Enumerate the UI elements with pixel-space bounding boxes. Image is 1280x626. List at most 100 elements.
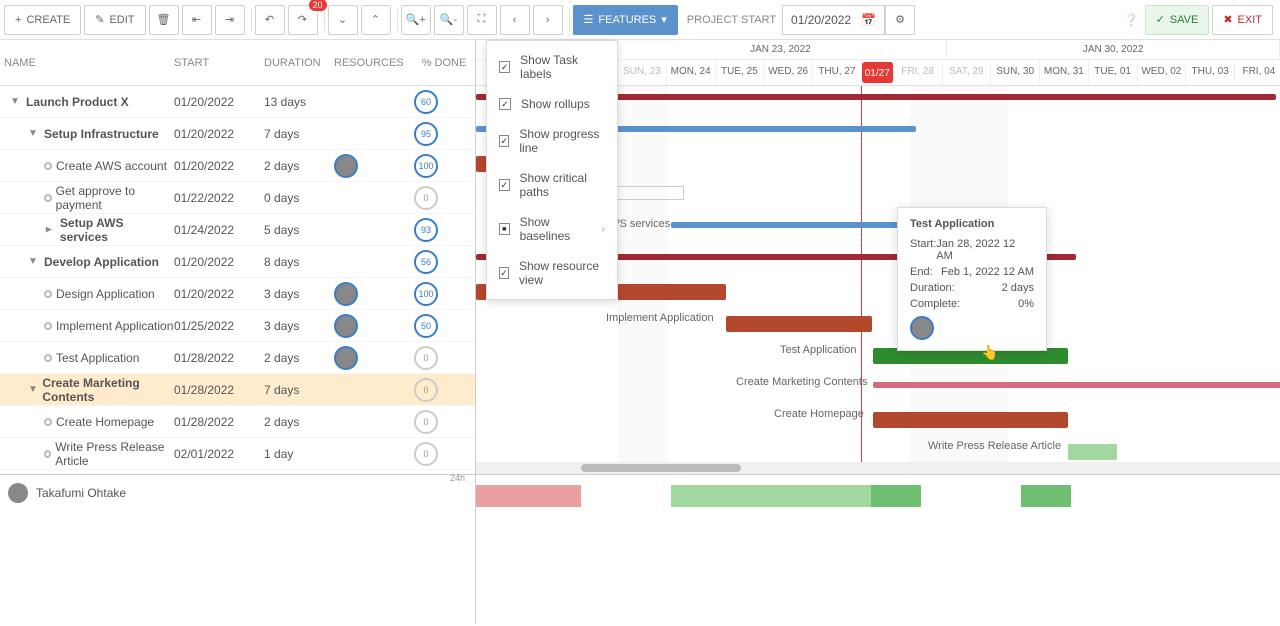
- task-pct: 100: [414, 154, 474, 178]
- task-duration: 13 days: [264, 95, 334, 109]
- task-resources: [334, 346, 414, 370]
- label-24h: 24h: [450, 473, 465, 483]
- task-row[interactable]: Create Homepage01/28/20222 days0: [0, 406, 475, 438]
- settings-button[interactable]: ⚙: [885, 5, 915, 35]
- pct-ring: 0: [414, 410, 438, 434]
- undo-button[interactable]: ↶: [255, 5, 285, 35]
- bar-label: Write Press Release Article: [928, 440, 1061, 452]
- month-cell: JAN 30, 2022: [947, 40, 1280, 59]
- create-button[interactable]: + CREATE: [4, 5, 81, 35]
- zoom-out-button[interactable]: 🔍-: [434, 5, 464, 35]
- task-resources: [334, 282, 414, 306]
- task-duration: 2 days: [264, 351, 334, 365]
- checkbox-icon: [499, 267, 509, 279]
- resource-bar[interactable]: [671, 485, 871, 507]
- delete-button[interactable]: 🗑: [149, 5, 179, 35]
- resource-row[interactable]: Takafumi Ohtake: [8, 483, 467, 503]
- bar-setup-aws-services[interactable]: [671, 222, 915, 228]
- task-row[interactable]: Test Application01/28/20222 days0: [0, 342, 475, 374]
- task-row[interactable]: ▼Setup Infrastructure01/20/20227 days95: [0, 118, 475, 150]
- prev-button[interactable]: ‹: [500, 5, 530, 35]
- horizontal-scrollbar[interactable]: [476, 462, 1280, 474]
- scrollbar-thumb[interactable]: [581, 464, 741, 472]
- weekend-bg: [618, 86, 667, 474]
- menu-show-progress-line[interactable]: Show progress line: [487, 119, 617, 163]
- menu-show-rollups[interactable]: Show rollups: [487, 89, 617, 119]
- task-row[interactable]: ▼Setup AWS services01/24/20225 days93: [0, 214, 475, 246]
- col-header-name[interactable]: NAME: [0, 57, 174, 69]
- resource-list: Takafumi Ohtake: [0, 475, 476, 624]
- toolbar: + CREATE ✎ EDIT 🗑 ⇤ ⇥ ↶ ↷ 20 ⌄ ⌃ 🔍+ 🔍- ⛶…: [0, 0, 1280, 40]
- caret-down-icon[interactable]: ▼: [28, 128, 40, 139]
- checkbox-icon: [499, 179, 510, 191]
- col-header-duration[interactable]: DURATION: [264, 57, 334, 69]
- edit-button[interactable]: ✎ EDIT: [84, 5, 145, 35]
- menu-label: Show critical paths: [520, 171, 605, 199]
- tooltip-dur-label: Duration:: [910, 282, 955, 294]
- task-start: 01/24/2022: [174, 223, 264, 237]
- task-pct: 0: [414, 186, 474, 210]
- avatar: [8, 483, 28, 503]
- collapse-all-button[interactable]: ⌃: [361, 5, 391, 35]
- day-cell: 01/27: [862, 62, 894, 83]
- resource-bar[interactable]: [871, 485, 921, 507]
- task-row[interactable]: Write Press Release Article02/01/20221 d…: [0, 438, 475, 470]
- col-header-resources[interactable]: RESOURCES: [334, 57, 414, 69]
- task-row[interactable]: Get approve to payment01/22/20220 days0: [0, 182, 475, 214]
- main-area: NAME START DURATION RESOURCES % DONE ▼La…: [0, 40, 1280, 474]
- pct-ring: 56: [414, 250, 438, 274]
- indent-button[interactable]: ⇤: [182, 5, 212, 35]
- bar-marketing-contents[interactable]: [873, 382, 1280, 388]
- next-button[interactable]: ›: [533, 5, 563, 35]
- caret-down-icon[interactable]: ▼: [10, 96, 22, 107]
- menu-show-critical-paths[interactable]: Show critical paths: [487, 163, 617, 207]
- expand-all-button[interactable]: ⌄: [328, 5, 358, 35]
- features-button[interactable]: ☰ FEATURES ▾: [573, 5, 678, 35]
- pct-ring: 100: [414, 282, 438, 306]
- menu-show-baselines[interactable]: Show baselines›: [487, 207, 617, 251]
- help-icon[interactable]: ❔: [1124, 13, 1139, 27]
- task-row[interactable]: ▼Develop Application01/20/20228 days56: [0, 246, 475, 278]
- resource-bar[interactable]: [476, 485, 581, 507]
- bar-implement-application[interactable]: [726, 316, 872, 332]
- task-row[interactable]: ▼Create Marketing Contents01/28/20227 da…: [0, 374, 475, 406]
- resource-timeline[interactable]: 24h: [476, 475, 1280, 624]
- task-pct: 60: [414, 90, 474, 114]
- exit-button[interactable]: ✖ EXIT: [1212, 5, 1273, 35]
- pct-ring: 60: [414, 90, 438, 114]
- edit-label: EDIT: [109, 14, 134, 26]
- tooltip-start-value: Jan 28, 2022 12 AM: [936, 238, 1034, 262]
- pct-ring: 0: [414, 346, 438, 370]
- task-start: 02/01/2022: [174, 447, 264, 461]
- task-name: Design Application: [56, 287, 155, 301]
- bar-press-release[interactable]: [1068, 444, 1117, 460]
- col-header-done[interactable]: % DONE: [414, 57, 474, 69]
- day-cell: MON, 24: [667, 60, 716, 85]
- zoom-fit-button[interactable]: ⛶: [467, 5, 497, 35]
- avatar: [334, 346, 358, 370]
- task-row[interactable]: Implement Application01/25/20223 days50: [0, 310, 475, 342]
- col-header-start[interactable]: START: [174, 57, 264, 69]
- bar-create-homepage[interactable]: [873, 412, 1068, 428]
- save-button[interactable]: ✓ SAVE: [1145, 5, 1210, 35]
- outdent-button[interactable]: ⇥: [215, 5, 245, 35]
- task-start: 01/20/2022: [174, 255, 264, 269]
- task-start: 01/20/2022: [174, 287, 264, 301]
- project-start-date[interactable]: 01/20/2022 📅: [782, 5, 885, 35]
- chevron-right-icon: ›: [602, 224, 605, 235]
- task-row[interactable]: Create AWS account01/20/20222 days100: [0, 150, 475, 182]
- task-row[interactable]: Design Application01/20/20223 days100: [0, 278, 475, 310]
- menu-show-resource-view[interactable]: Show resource view: [487, 251, 617, 295]
- tooltip-end-label: End:: [910, 266, 933, 278]
- caret-down-icon[interactable]: ▼: [28, 384, 38, 395]
- menu-label: Show progress line: [519, 127, 605, 155]
- menu-show-task-labels[interactable]: Show Task labels: [487, 45, 617, 89]
- task-duration: 3 days: [264, 319, 334, 333]
- caret-right-icon[interactable]: ▼: [44, 224, 56, 235]
- task-duration: 0 days: [264, 191, 334, 205]
- pct-ring: 95: [414, 122, 438, 146]
- caret-down-icon[interactable]: ▼: [28, 256, 40, 267]
- resource-bar[interactable]: [1021, 485, 1071, 507]
- task-row[interactable]: ▼Launch Product X01/20/202213 days60: [0, 86, 475, 118]
- zoom-in-button[interactable]: 🔍+: [401, 5, 431, 35]
